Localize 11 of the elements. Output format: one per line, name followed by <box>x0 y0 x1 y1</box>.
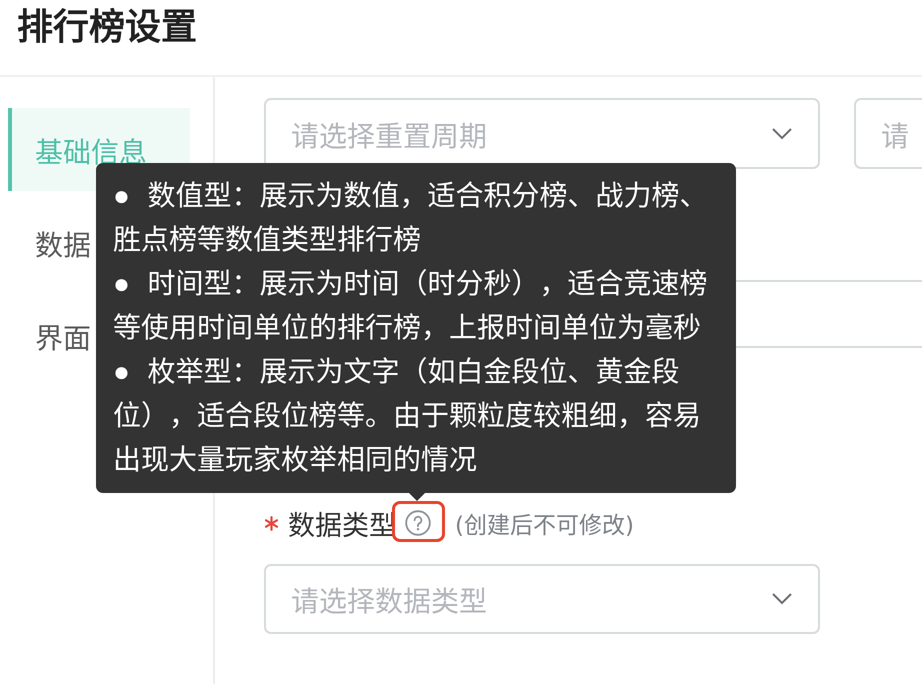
field-note: (创建后不可修改) <box>455 512 634 540</box>
tooltip-item: ● 枚举型：展示为文字（如白金段位、黄金段位），适合段位榜等。由于颗粒度较粗细，容易出现大量玩家枚举相同的情况 <box>113 355 702 477</box>
chevron-down-icon <box>772 593 792 605</box>
page-title: 排行榜设置 <box>17 6 197 50</box>
input-field[interactable] <box>736 280 922 348</box>
select-field[interactable]: 请选择数据类型 <box>264 564 820 634</box>
help-icon[interactable] <box>405 510 431 536</box>
select-field[interactable]: 请 <box>854 98 922 169</box>
tooltip-item: ● 时间型：展示为时间（时分秒），适合竞速榜等使用时间单位的排行榜，上报时间单位为毫秒 <box>113 267 709 345</box>
select-field[interactable]: 请选择重置周期 <box>264 98 820 169</box>
chevron-down-icon <box>772 128 792 140</box>
